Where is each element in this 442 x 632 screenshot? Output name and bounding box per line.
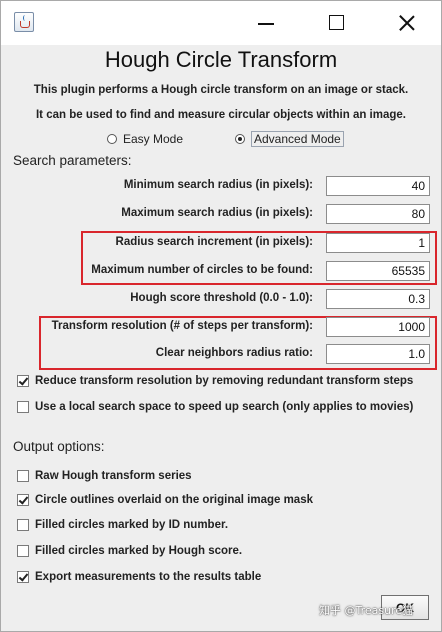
hough-dialog-window: Hough Circle Transform This plugin perfo… (0, 0, 442, 632)
filled-score-label: Filled circles marked by Hough score. (35, 545, 243, 557)
radius-increment-label: Radius search increment (in pixels): (115, 236, 313, 248)
title-bar[interactable] (1, 1, 441, 45)
reduce-resolution-checkbox-box[interactable] (17, 375, 29, 387)
filled-id-checkbox[interactable]: Filled circles marked by ID number. (17, 517, 228, 533)
search-parameters-heading: Search parameters: (13, 153, 132, 168)
filled-id-label: Filled circles marked by ID number. (35, 519, 229, 531)
output-options-heading: Output options: (13, 439, 105, 454)
min-radius-label: Minimum search radius (in pixels): (123, 179, 313, 191)
clear-neighbors-label: Clear neighbors radius ratio: (155, 347, 313, 359)
hough-threshold-label: Hough score threshold (0.0 - 1.0): (130, 292, 313, 304)
filled-id-checkbox-box[interactable] (17, 519, 29, 531)
close-icon (399, 15, 415, 31)
maximize-icon (329, 15, 344, 30)
circle-outlines-checkbox[interactable]: Circle outlines overlaid on the original… (17, 492, 313, 508)
local-search-checkbox-box[interactable] (17, 401, 29, 413)
max-radius-label: Maximum search radius (in pixels): (121, 207, 313, 219)
raw-hough-checkbox-box[interactable] (17, 470, 29, 482)
max-circles-label: Maximum number of circles to be found: (91, 264, 313, 276)
radio-easy-mode[interactable]: Easy Mode (107, 131, 183, 147)
local-search-checkbox[interactable]: Use a local search space to speed up sea… (17, 399, 413, 415)
java-app-icon[interactable] (14, 12, 34, 32)
watermark-text: 知乎 @Treasure猫 (319, 604, 414, 617)
close-button[interactable] (371, 1, 441, 45)
dialog-title: Hough Circle Transform (104, 47, 338, 72)
max-circles-input[interactable] (326, 261, 430, 281)
export-measurements-checkbox-box[interactable] (17, 571, 29, 583)
filled-score-checkbox-box[interactable] (17, 545, 29, 557)
filled-score-checkbox[interactable]: Filled circles marked by Hough score. (17, 543, 242, 559)
raw-hough-label: Raw Hough transform series (35, 470, 192, 482)
minimize-icon (258, 23, 274, 25)
radio-advanced-mode[interactable]: Advanced Mode (235, 131, 344, 147)
radio-advanced-mode-circle[interactable] (235, 134, 245, 144)
circle-outlines-label: Circle outlines overlaid on the original… (35, 494, 313, 506)
export-measurements-checkbox[interactable]: Export measurements to the results table (17, 569, 261, 585)
radio-easy-mode-label: Easy Mode (123, 132, 184, 146)
reduce-resolution-label: Reduce transform resolution by removing … (35, 375, 414, 387)
raw-hough-checkbox[interactable]: Raw Hough transform series (17, 468, 192, 484)
maximize-button[interactable] (301, 1, 371, 45)
circle-outlines-checkbox-box[interactable] (17, 494, 29, 506)
clear-neighbors-input[interactable] (326, 344, 430, 364)
min-radius-input[interactable] (326, 176, 430, 196)
max-radius-input[interactable] (326, 204, 430, 224)
minimize-button[interactable] (229, 1, 299, 45)
reduce-resolution-checkbox[interactable]: Reduce transform resolution by removing … (17, 373, 413, 389)
description-line-2: It can be used to find and measure circu… (35, 109, 406, 121)
hough-threshold-input[interactable] (326, 289, 430, 309)
local-search-label: Use a local search space to speed up sea… (35, 401, 414, 413)
radio-advanced-mode-label: Advanced Mode (251, 131, 344, 147)
transform-resolution-label: Transform resolution (# of steps per tra… (51, 320, 313, 332)
radius-increment-input[interactable] (326, 233, 430, 253)
radio-easy-mode-circle[interactable] (107, 134, 117, 144)
export-measurements-label: Export measurements to the results table (35, 571, 262, 583)
description-line-1: This plugin performs a Hough circle tran… (33, 84, 409, 96)
transform-resolution-input[interactable] (326, 317, 430, 337)
